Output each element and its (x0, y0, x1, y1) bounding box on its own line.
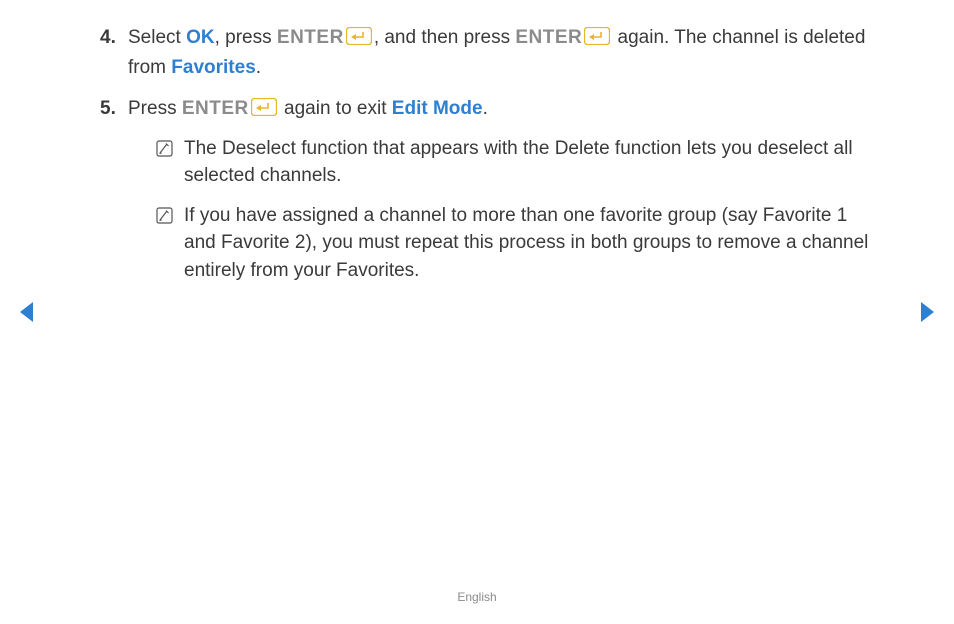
step-item: Press ENTER again to exit Edit Mode. The… (100, 95, 884, 284)
enter-icon (584, 26, 610, 54)
nav-next-button[interactable] (918, 300, 936, 329)
enter-icon (346, 26, 372, 54)
content-area: Select OK, press ENTER , and then press … (60, 24, 894, 284)
note-text: If you have assigned a channel to more t… (184, 205, 868, 281)
note-icon (156, 138, 173, 155)
step-text: Press ENTER again to exit Edit Mode. (128, 98, 488, 119)
step-item: Select OK, press ENTER , and then press … (100, 24, 884, 81)
note-item: If you have assigned a channel to more t… (156, 202, 884, 285)
nav-prev-button[interactable] (18, 300, 36, 329)
step-text: Select OK, press ENTER , and then press … (128, 27, 865, 78)
note-icon (156, 205, 173, 222)
note-text: The Deselect function that appears with … (184, 138, 853, 187)
nav-next-arrow-icon (918, 300, 936, 324)
step-list: Select OK, press ENTER , and then press … (100, 24, 884, 284)
enter-icon (251, 97, 277, 125)
footer-language: English (0, 590, 954, 604)
nav-prev-arrow-icon (18, 300, 36, 324)
manual-page: Select OK, press ENTER , and then press … (0, 0, 954, 624)
note-item: The Deselect function that appears with … (156, 135, 884, 190)
note-list: The Deselect function that appears with … (128, 135, 884, 285)
